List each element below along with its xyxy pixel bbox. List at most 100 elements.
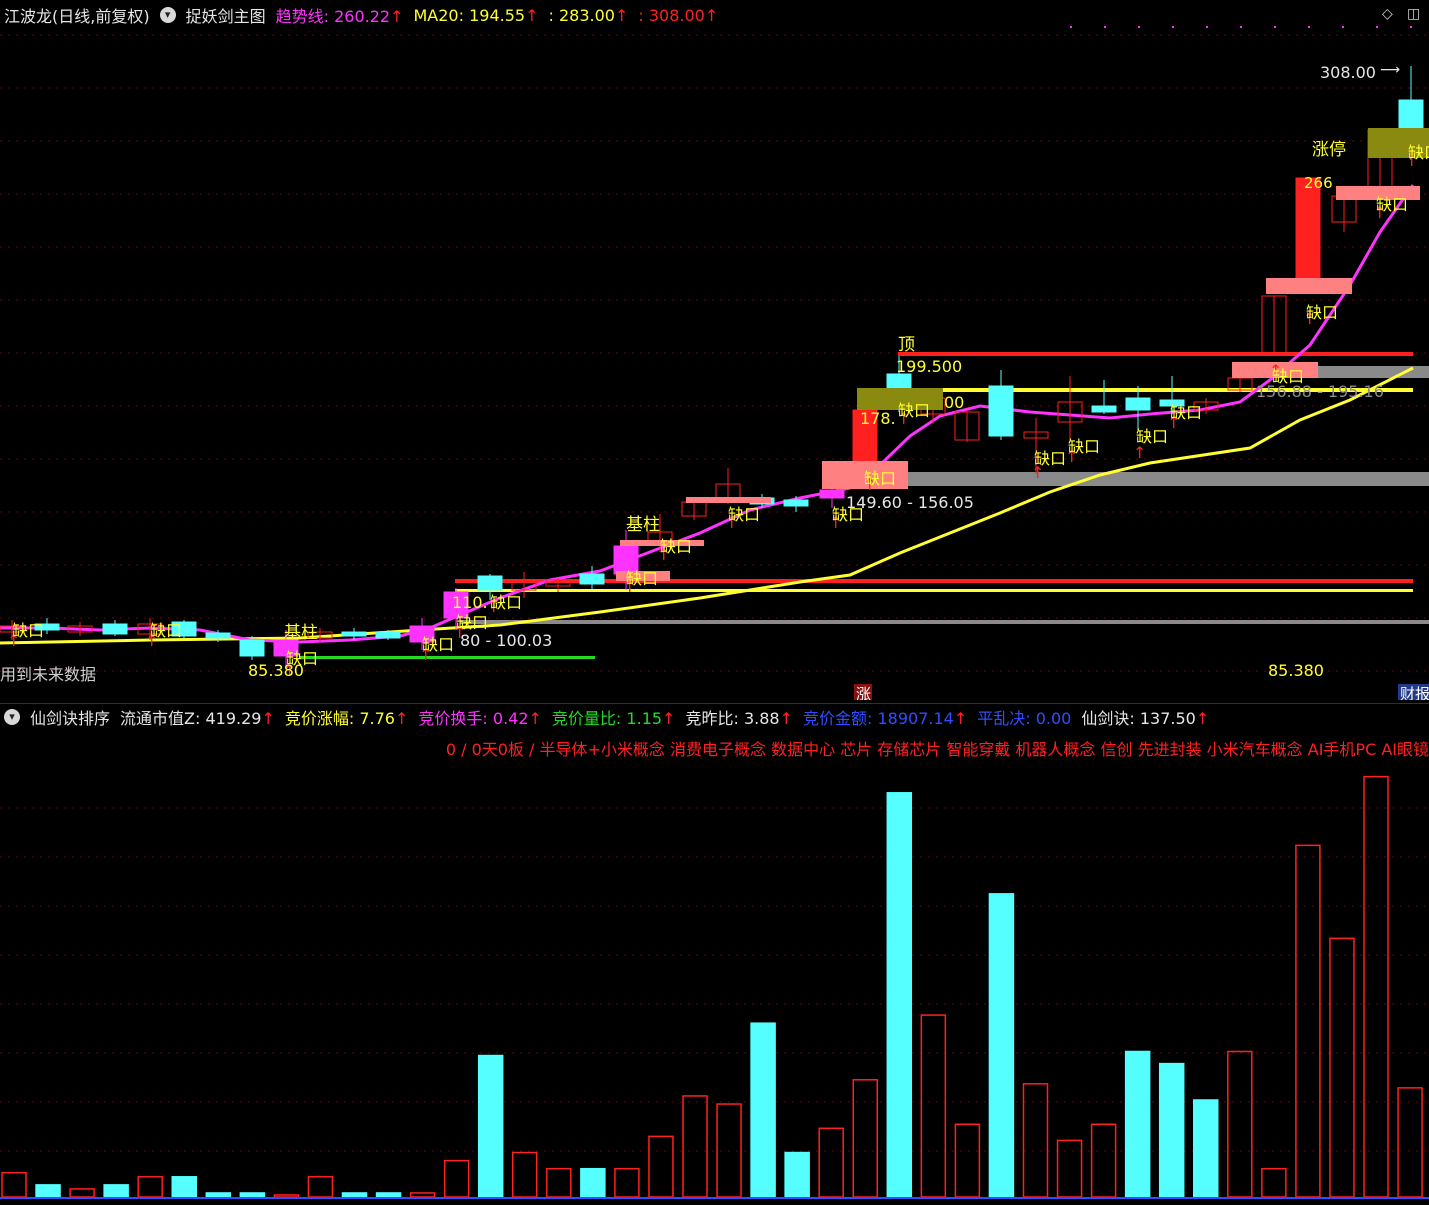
volume-bar-chart[interactable] — [0, 760, 1429, 1205]
gap-label: 缺口 — [1272, 367, 1304, 386]
bid-yesterday-ratio-label: 竞昨比: — [685, 709, 739, 728]
value-label-178: 178. — [860, 409, 896, 428]
dot-marker — [1308, 26, 1310, 28]
limit-up-marker: 涨 — [856, 685, 871, 700]
candle-body — [783, 499, 809, 507]
volume-bar — [1056, 1139, 1083, 1198]
volume-bar — [1158, 1062, 1185, 1198]
candle-body — [988, 385, 1014, 437]
gap-label: 缺口 — [286, 649, 318, 668]
gap-box — [1266, 278, 1352, 294]
volume-bar — [1, 1171, 27, 1198]
volume-bar — [477, 1054, 504, 1198]
gap-label: 缺口 — [490, 593, 522, 612]
gap-markers: ↑ ↑↑↑↑↑↑↑↑ ↑↑↑↑↑ ↑↑↑↑↑↑ — [7, 151, 1418, 680]
gap-label: 缺口 — [1408, 143, 1429, 162]
dot-marker — [1206, 26, 1208, 28]
volume-bar — [512, 1151, 538, 1198]
dot-marker — [1376, 26, 1378, 28]
volume-bar — [1193, 1099, 1219, 1198]
volume-bar — [784, 1151, 810, 1198]
candle-body — [239, 639, 265, 657]
dot-marker — [1104, 26, 1106, 28]
gap-label: 缺口 — [626, 569, 658, 588]
candle-body — [477, 575, 503, 591]
grid-lines — [0, 26, 1429, 672]
bid-volume-ratio-value: 1.15 — [626, 709, 663, 728]
volume-bar — [614, 1167, 640, 1198]
xianjianjue-value: 137.50 — [1139, 709, 1196, 728]
volume-bar — [886, 792, 913, 1198]
range-label: 149.60 - 156.05 — [846, 493, 974, 512]
sub-indicator-name[interactable]: 仙剑诀排序 — [30, 705, 110, 729]
pingluan-readout: 平乱决: 0.00 — [977, 705, 1071, 729]
dot-marker — [1070, 26, 1072, 28]
bid-turnover-value: 0.42 — [492, 709, 529, 728]
gap-label: 缺口 — [1170, 403, 1202, 422]
volume-bar — [1329, 937, 1355, 1198]
bid-rise-label: 竞价涨幅: — [284, 709, 355, 728]
volume-bar — [1363, 775, 1389, 1198]
dot-marker — [1138, 26, 1140, 28]
gap-label: 缺口 — [660, 537, 692, 556]
volume-bar — [205, 1192, 232, 1198]
green-line — [300, 656, 595, 659]
base-text: 基柱 — [626, 515, 660, 535]
gap-label: 缺口 — [832, 505, 864, 524]
candle-body — [102, 623, 128, 635]
volume-bar — [954, 1123, 981, 1198]
top-text: 顶 — [898, 335, 915, 355]
future-data-note: 用到未来数据 — [0, 665, 96, 684]
volume-bar — [103, 1184, 129, 1198]
volume-bar — [443, 1159, 470, 1198]
volume-bar — [1227, 1050, 1253, 1198]
bars — [1, 775, 1423, 1198]
volume-bar — [1397, 1087, 1423, 1198]
volume-bar — [920, 1014, 947, 1198]
value-label-110: 110. — [452, 593, 488, 612]
baseline — [0, 1197, 1429, 1199]
gap-label: 缺口 — [1306, 303, 1338, 322]
candle-body — [819, 489, 845, 499]
volume-bar — [546, 1167, 572, 1198]
pingluan-value: 0.00 — [1035, 709, 1072, 728]
gray-band — [907, 472, 1429, 486]
sub-chart-header: ▾ 仙剑诀排序 流通市值Z: 419.29↑ 竞价涨幅: 7.76↑ 竞价换手:… — [0, 704, 1209, 730]
bid-amount-readout: 竞价金额: 18907.14↑ — [803, 705, 967, 729]
float-cap-label: 流通市值Z: — [120, 709, 201, 728]
gap-label: 缺口 — [728, 505, 760, 524]
up-arrow-icon: ↑ — [779, 709, 793, 728]
gap-label: 缺口 — [898, 401, 930, 420]
bid-turnover-readout: 竞价换手: 0.42↑ — [418, 705, 542, 729]
gray-line — [460, 620, 1429, 624]
xianjianjue-label: 仙剑诀: — [1081, 709, 1135, 728]
up-arrow-icon: ↑ — [528, 709, 542, 728]
main-price-chart[interactable]: ↑ ↑↑↑↑↑↑↑↑ ↑↑↑↑↑ ↑↑↑↑↑↑ 308.00 ⟶ 涨停 266 顶 1… — [0, 0, 1429, 700]
bid-amount-value: 18907.14 — [877, 709, 954, 728]
gap-box — [686, 497, 771, 503]
bottom-price-label: 85.380 — [1268, 661, 1324, 680]
candle-body — [1091, 405, 1117, 413]
volume-bar — [35, 1184, 61, 1198]
gap-label: 缺口 — [1068, 437, 1100, 456]
indicator-dropdown-icon[interactable]: ▾ — [4, 709, 20, 725]
support-line — [455, 589, 1413, 592]
bid-yesterday-ratio-readout: 竞昨比: 3.88↑ — [685, 705, 793, 729]
bid-volume-ratio-label: 竞价量比: — [551, 709, 622, 728]
candle-body — [1398, 99, 1424, 131]
up-arrow-icon: ↑ — [394, 709, 409, 728]
volume-bar — [1124, 1050, 1151, 1198]
gap-label: 缺口 — [456, 613, 488, 632]
gap-label: 缺口 — [864, 469, 896, 488]
volume-bar — [750, 1022, 776, 1198]
dot-marker — [1240, 26, 1242, 28]
gap-label: 缺口 — [1376, 195, 1408, 214]
max-arrow-icon: ⟶ — [1380, 62, 1400, 78]
candle-body — [341, 631, 367, 637]
volume-bar — [988, 893, 1015, 1198]
gap-label: 缺口 — [422, 635, 454, 654]
concept-tags-line: 0 / 0天0板 / 半导体+小米概念 消费电子概念 数据中心 芯片 存储芯片 … — [445, 740, 1429, 759]
volume-bar — [307, 1176, 334, 1198]
up-arrow-icon: ↑ — [1195, 709, 1210, 728]
candle-body — [1295, 177, 1321, 279]
